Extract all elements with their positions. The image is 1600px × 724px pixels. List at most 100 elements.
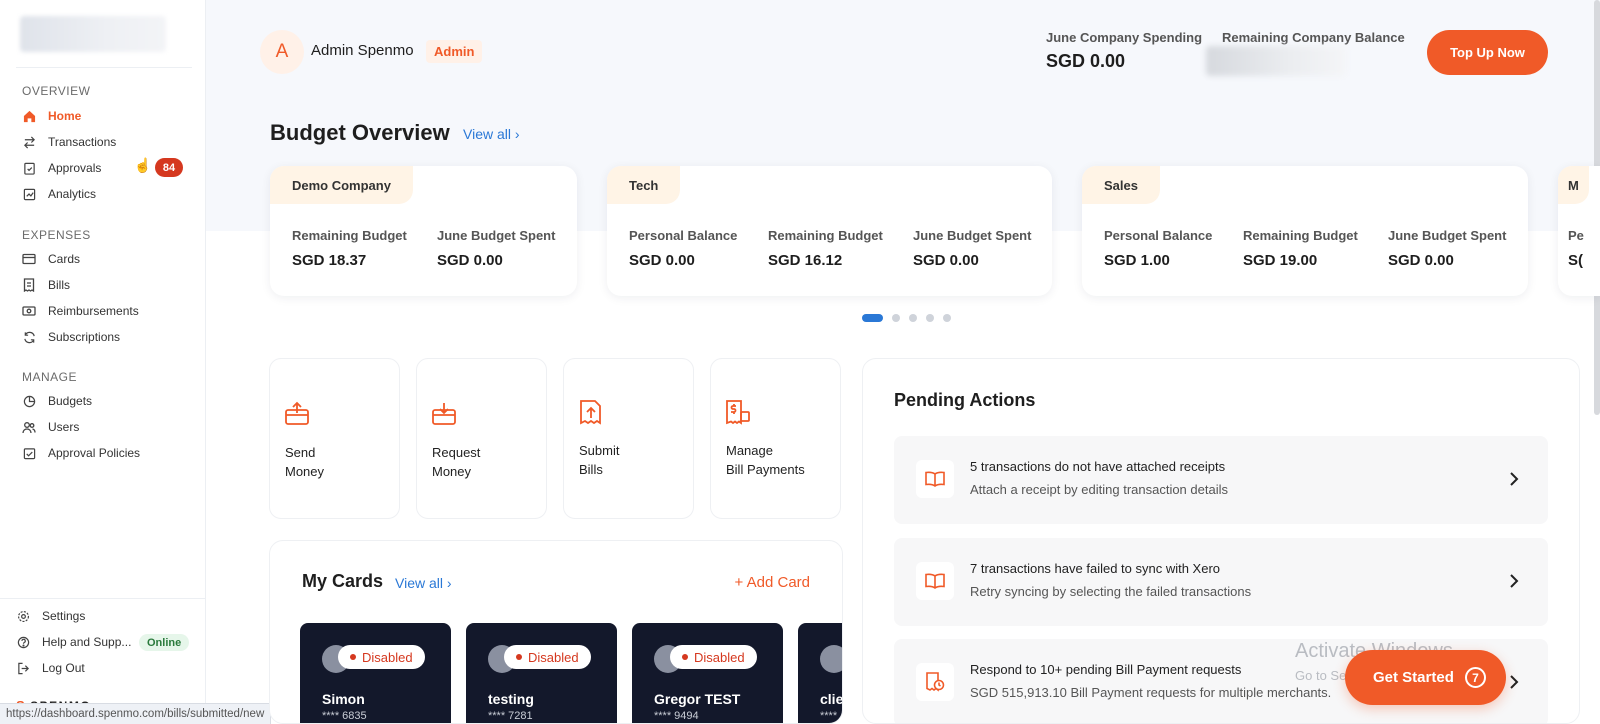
card-number: **** 7281 xyxy=(488,710,533,722)
get-started-count: 7 xyxy=(1465,667,1486,688)
stat-label: Pe xyxy=(1568,228,1584,243)
budget-card-tag: M xyxy=(1558,166,1589,204)
budget-stat: Remaining Budget SGD 19.00 xyxy=(1243,228,1358,269)
users-icon xyxy=(22,420,36,434)
payment-card[interactable]: Disabled testing **** 7281 xyxy=(466,623,617,723)
policy-icon xyxy=(22,446,36,460)
budget-card-tag: Demo Company xyxy=(270,166,413,204)
send-money-button[interactable]: Send Money xyxy=(269,358,400,519)
open-book-icon xyxy=(916,460,954,498)
stat-label: Remaining Budget xyxy=(292,228,407,243)
pending-action-item[interactable]: 5 transactions do not have attached rece… xyxy=(894,436,1548,524)
budget-stat: Personal Balance SGD 1.00 xyxy=(1104,228,1212,269)
gear-icon xyxy=(16,609,30,623)
browser-status-url: https://dashboard.spenmo.com/bills/submi… xyxy=(0,703,272,724)
sidebar-item-label: Bills xyxy=(48,278,71,292)
budget-card[interactable]: Tech Personal Balance SGD 0.00 Remaining… xyxy=(607,166,1052,296)
sidebar-item-users[interactable]: Users xyxy=(22,417,79,437)
budget-stat: Pe S( xyxy=(1568,228,1584,269)
stat-value: SGD 0.00 xyxy=(437,252,503,269)
card-status-badge: Disabled xyxy=(338,645,425,669)
chevron-right-icon xyxy=(1510,574,1519,588)
sidebar-item-approval-policies[interactable]: Approval Policies xyxy=(22,443,140,463)
section-overview: OVERVIEW xyxy=(22,84,91,98)
sidebar-item-subscriptions[interactable]: Subscriptions xyxy=(22,327,120,347)
add-card-button[interactable]: + Add Card xyxy=(735,574,810,591)
sidebar-item-cards[interactable]: Cards xyxy=(22,249,80,269)
pending-action-item[interactable]: 7 transactions have failed to sync with … xyxy=(894,538,1548,626)
card-status-badge: Disabled xyxy=(670,645,757,669)
settings-link[interactable]: Settings xyxy=(16,606,85,626)
submit-bills-button[interactable]: Submit Bills xyxy=(563,358,694,519)
online-status-badge: Online xyxy=(139,634,190,651)
user-name: Admin Spenmo xyxy=(311,42,414,59)
card-holder-name: testing xyxy=(488,691,534,707)
quick-action-label: Request Money xyxy=(432,445,481,479)
sidebar-item-label: Home xyxy=(48,109,82,123)
spending-value: SGD 0.00 xyxy=(1046,51,1126,71)
bill-payment-icon xyxy=(726,400,750,425)
sidebar-item-approvals[interactable]: Approvals xyxy=(22,158,101,178)
sidebar-item-transactions[interactable]: Transactions xyxy=(22,132,116,152)
pager-dot[interactable] xyxy=(926,314,934,322)
sidebar-item-analytics[interactable]: Analytics xyxy=(22,184,96,204)
card-status-badge: Disabled xyxy=(504,645,591,669)
stat-label: Remaining Budget xyxy=(1243,228,1358,243)
budget-card-partial[interactable]: M Pe S( xyxy=(1558,166,1600,296)
sidebar-item-label: Transactions xyxy=(48,135,117,149)
request-money-button[interactable]: Request Money xyxy=(416,358,547,519)
payment-card[interactable]: Disabled Simon **** 6835 xyxy=(300,623,451,723)
pager-dot[interactable] xyxy=(892,314,900,322)
cards-view-all-link[interactable]: View all › xyxy=(395,575,452,591)
sidebar-item-bills[interactable]: Bills xyxy=(22,275,70,295)
stat-label: Personal Balance xyxy=(1104,228,1213,243)
role-badge: Admin xyxy=(426,40,483,63)
card-number: **** xyxy=(820,710,838,722)
section-expenses: EXPENSES xyxy=(22,228,91,242)
sidebar-item-reimbursements[interactable]: Reimbursements xyxy=(22,301,139,321)
payment-card[interactable]: Disabled Gregor TEST **** 9494 xyxy=(632,623,783,723)
my-cards-title: My Cards xyxy=(302,571,384,591)
top-up-button[interactable]: Top Up Now xyxy=(1427,30,1548,75)
logout-link[interactable]: Log Out xyxy=(16,658,85,678)
quick-action-label: Manage Bill Payments xyxy=(726,443,805,477)
help-support-link[interactable]: Help and Supp... xyxy=(16,632,131,652)
pager-dot[interactable] xyxy=(909,314,917,322)
bill-icon xyxy=(22,278,36,292)
send-money-icon xyxy=(285,401,309,425)
logout-icon xyxy=(16,661,30,675)
sidebar-item-home[interactable]: Home xyxy=(22,106,81,126)
sidebar-item-label: Users xyxy=(48,420,80,434)
budget-card[interactable]: Sales Personal Balance SGD 1.00 Remainin… xyxy=(1082,166,1528,296)
pager-dot[interactable] xyxy=(862,314,883,322)
stat-label: June Budget Spent xyxy=(1388,228,1507,243)
payment-card[interactable]: clie **** xyxy=(798,623,842,723)
pager-dot[interactable] xyxy=(943,314,951,322)
card-holder-name: Gregor TEST xyxy=(654,691,741,707)
get-started-button[interactable]: Get Started 7 xyxy=(1345,650,1506,705)
transfer-icon xyxy=(22,135,36,149)
divider xyxy=(0,598,206,599)
avatar[interactable]: A xyxy=(260,30,304,74)
budget-stat: Remaining Budget SGD 16.12 xyxy=(768,228,883,269)
budget-overview-title: Budget Overview xyxy=(270,120,450,145)
divider xyxy=(16,67,192,68)
manage-bill-payments-button[interactable]: Manage Bill Payments xyxy=(710,358,841,519)
budget-view-all-link[interactable]: View all › xyxy=(463,126,520,142)
clipboard-check-icon xyxy=(22,161,36,175)
submit-bill-icon xyxy=(580,400,601,425)
approvals-count-badge: 84 xyxy=(155,158,183,177)
mouse-cursor-icon: ☝ xyxy=(134,157,152,173)
budget-card[interactable]: Demo Company Remaining Budget SGD 18.37 … xyxy=(270,166,577,296)
sidebar-item-budgets[interactable]: Budgets xyxy=(22,391,92,411)
chevron-right-icon xyxy=(1510,472,1519,486)
budget-stat: June Budget Spent SGD 0.00 xyxy=(437,228,555,269)
sidebar-item-label: Subscriptions xyxy=(48,330,121,344)
card-number: **** 6835 xyxy=(322,710,367,722)
card-holder-name: Simon xyxy=(322,691,365,707)
pending-action-title: Respond to 10+ pending Bill Payment requ… xyxy=(970,662,1242,677)
stat-label: June Budget Spent xyxy=(437,228,556,243)
section-manage: MANAGE xyxy=(22,370,78,384)
card-holder-avatar xyxy=(820,645,842,673)
chart-icon xyxy=(22,187,36,201)
